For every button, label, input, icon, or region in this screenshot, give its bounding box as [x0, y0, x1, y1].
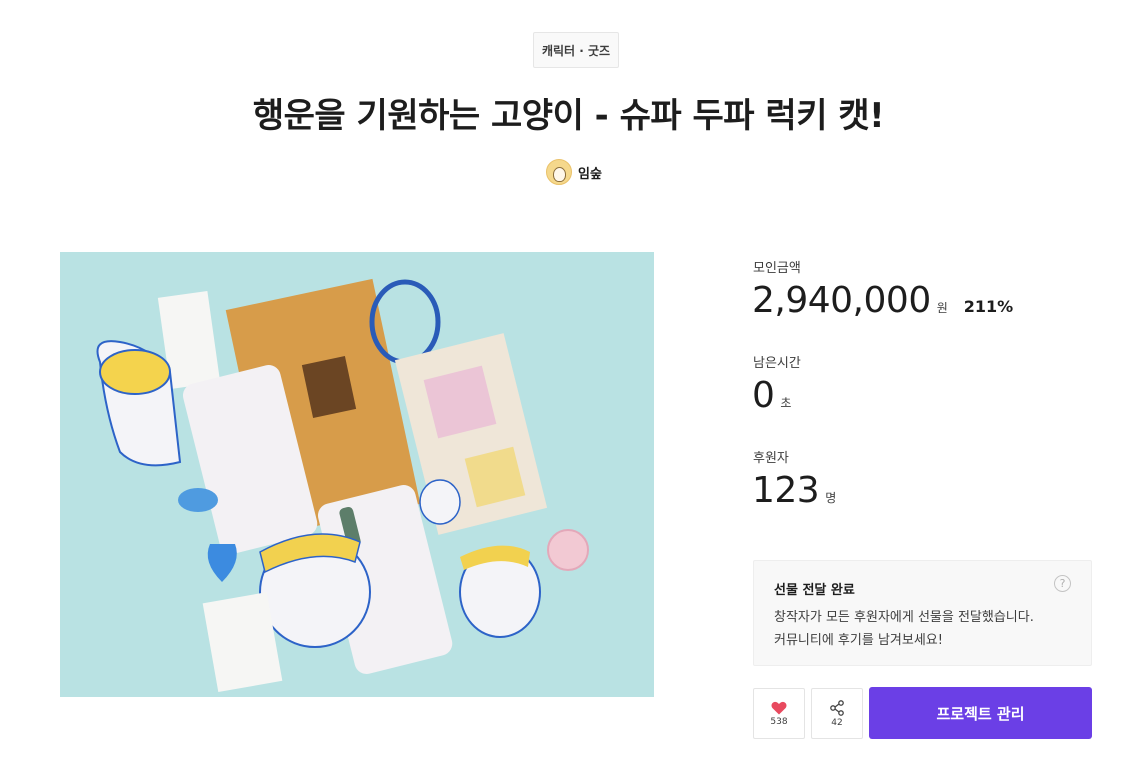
product-photo-illustration [60, 252, 654, 697]
notice-title: 선물 전달 완료 [774, 583, 855, 598]
backers-label: 후원자 [753, 451, 789, 466]
gift-delivered-notice: 선물 전달 완료 창작자가 모든 후원자에게 선물을 전달했습니다. 커뮤니티에… [753, 560, 1092, 666]
like-button[interactable]: 538 [753, 688, 805, 739]
funded-label: 모인금액 [753, 261, 801, 276]
backers-count: 123 명 [752, 470, 836, 511]
avatar[interactable] [546, 159, 572, 185]
funded-percent: 211% [963, 297, 1014, 316]
share-button[interactable]: 42 [811, 688, 863, 739]
page-title: 행운을 기원하는 고양이 - 슈파 두파 럭키 캣! [252, 96, 885, 136]
heart-icon [771, 701, 787, 714]
manage-project-button[interactable]: 프로젝트 관리 [869, 687, 1092, 739]
notice-line-1: 창작자가 모든 후원자에게 선물을 전달했습니다. [774, 610, 1034, 625]
funded-unit: 원 [936, 301, 948, 315]
share-count: 42 [831, 717, 843, 728]
project-main-image [60, 252, 654, 697]
backers-value: 123 [752, 470, 820, 511]
like-count: 538 [770, 716, 788, 727]
creator[interactable]: 임숲 [546, 158, 602, 186]
funded-value: 2,940,000 [752, 280, 931, 321]
backers-unit: 명 [825, 491, 837, 505]
time-left-value: 0 [752, 375, 775, 416]
funded-amount: 2,940,000 원 211% [752, 280, 1013, 321]
time-left-label: 남은시간 [753, 356, 801, 371]
notice-line-2: 커뮤니티에 후기를 남겨보세요! [774, 633, 943, 648]
share-icon [830, 699, 844, 716]
creator-name[interactable]: 임숲 [578, 163, 602, 182]
time-left-unit: 초 [780, 396, 792, 410]
time-left: 0 초 [752, 375, 791, 416]
help-icon[interactable]: ? [1054, 575, 1071, 592]
category-tag[interactable]: 캐릭터 · 굿즈 [533, 32, 619, 68]
notice-body: 창작자가 모든 후원자에게 선물을 전달했습니다. 커뮤니티에 후기를 남겨보세… [774, 606, 1071, 652]
